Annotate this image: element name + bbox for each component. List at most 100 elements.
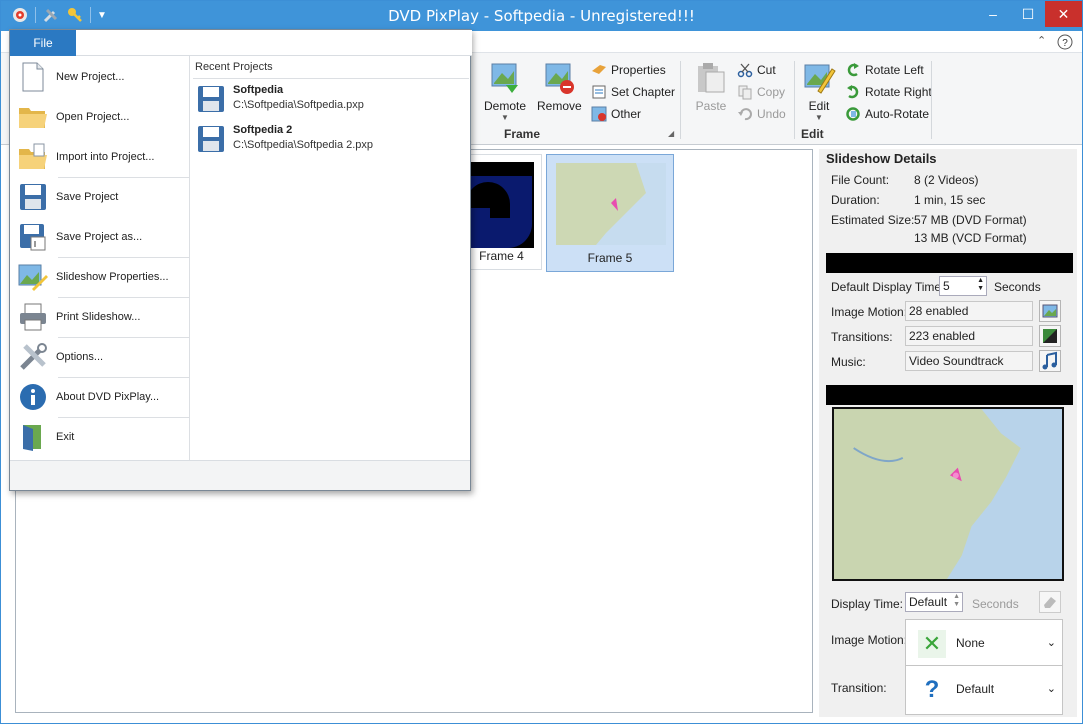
recent-project-item[interactable]: Softpedia 2 C:\Softpedia\Softpedia 2.pxp [197, 124, 373, 154]
print-slideshow-item[interactable]: Print Slideshow... [18, 298, 190, 336]
ribbon-separator [794, 61, 795, 139]
minimize-button[interactable]: – [976, 1, 1010, 27]
recent-projects-panel: Recent Projects Softpedia C:\Softpedia\So… [191, 56, 471, 460]
demote-button[interactable]: Demote ▼ [481, 61, 529, 122]
details-panel: Slideshow Details File Count: 8 (2 Video… [819, 149, 1077, 717]
rotate-right-icon [847, 85, 859, 99]
maximize-button[interactable]: ☐ [1011, 1, 1045, 27]
music-button[interactable] [1039, 350, 1061, 372]
image-icon [1042, 304, 1058, 318]
slideshow-properties-item[interactable]: Slideshow Properties... [18, 258, 190, 296]
duration-label: Duration: [831, 193, 880, 207]
auto-rotate-icon [846, 107, 860, 121]
file-tab[interactable]: File [10, 30, 76, 56]
spinner-arrows-icon[interactable]: ▲ ▼ [977, 277, 984, 293]
frame-group-launcher-icon[interactable]: ◢ [668, 129, 674, 138]
save-as-disk-icon [20, 224, 46, 251]
seconds-label: Seconds [994, 280, 1041, 294]
file-menu: File New Project... Open Project... Impo… [9, 29, 472, 491]
new-project-item[interactable]: New Project... [18, 58, 190, 96]
frame-5-map-image [556, 163, 666, 245]
close-button[interactable]: ✕ [1045, 1, 1082, 27]
copy-button[interactable]: Copy [737, 84, 785, 100]
display-time-label: Display Time: [831, 597, 904, 611]
cut-button[interactable]: Cut [737, 62, 776, 78]
open-folder-icon [19, 108, 47, 128]
duration-value: 1 min, 15 sec [914, 193, 986, 207]
project-file-icon [198, 86, 224, 112]
remove-icon [545, 63, 574, 94]
save-disk-icon [20, 184, 46, 210]
svg-text:?: ? [1062, 38, 1068, 49]
section-divider [826, 253, 1073, 273]
frame-display-time-spinner[interactable]: Default ▲ ▼ [905, 592, 963, 612]
transition-label: Transition: [831, 681, 887, 695]
ribbon-separator [680, 61, 681, 139]
edit-button[interactable]: Edit ▼ [801, 61, 837, 122]
save-project-item[interactable]: Save Project [18, 178, 190, 216]
frame-4-image [462, 162, 534, 248]
recent-project-item[interactable]: Softpedia C:\Softpedia\Softpedia.pxp [197, 84, 364, 114]
rotate-left-button[interactable]: Rotate Left [845, 62, 924, 78]
about-item[interactable]: About DVD PixPlay... [18, 378, 190, 416]
file-count-label: File Count: [831, 173, 890, 187]
frame-thumbnail[interactable]: Frame 4 [462, 154, 542, 270]
transition-icon [1043, 329, 1057, 343]
scissors-icon [737, 63, 753, 78]
image-motion-field: 28 enabled [905, 301, 1033, 321]
properties-button[interactable]: Properties [591, 62, 666, 78]
save-project-as-item[interactable]: Save Project as... [18, 218, 190, 256]
spinner-arrows-icon[interactable]: ▲ ▼ [953, 593, 960, 609]
window-title: DVD PixPlay - Softpedia - Unregistered!!… [388, 7, 695, 25]
import-project-item[interactable]: Import into Project... [18, 138, 190, 176]
image-motion-label: Image Motion: [831, 305, 908, 319]
set-chapter-button[interactable]: Set Chapter [591, 84, 675, 100]
edit-image-icon [804, 64, 836, 94]
frame-thumbnail-selected[interactable]: Frame 5 [546, 154, 674, 272]
frame-seconds-label: Seconds [972, 597, 1019, 611]
chevron-down-icon: ⌄ [1046, 637, 1056, 649]
eraser-icon [1044, 597, 1056, 608]
image-motion-button[interactable] [1039, 300, 1061, 322]
transition-dropdown[interactable]: ? Default ⌄ [905, 665, 1063, 715]
info-icon [20, 384, 46, 410]
undo-icon [738, 108, 752, 121]
undo-button[interactable]: Undo [737, 106, 786, 122]
chevron-down-icon: ⌄ [1046, 683, 1056, 695]
new-document-icon [22, 62, 44, 92]
options-tools-icon [20, 343, 47, 370]
file-count-value: 8 (2 Videos) [914, 173, 979, 187]
music-note-icon [1042, 351, 1057, 370]
default-display-time-label: Default Display Time: [831, 280, 945, 294]
collapse-ribbon-icon[interactable]: ⌃ [1037, 34, 1046, 47]
other-button[interactable]: Other [591, 106, 641, 122]
estimated-size-label: Estimated Size: [831, 213, 915, 227]
transitions-field: 223 enabled [905, 326, 1033, 346]
ribbon-separator [931, 61, 932, 139]
options-item[interactable]: Options... [18, 338, 190, 376]
exit-door-icon [23, 425, 41, 451]
remove-button[interactable]: Remove [537, 61, 582, 113]
transitions-button[interactable] [1039, 325, 1061, 347]
copy-icon [738, 85, 752, 100]
eraser-button[interactable] [1039, 591, 1061, 613]
recent-separator [193, 78, 469, 79]
other-icon [591, 106, 607, 122]
rotate-right-button[interactable]: Rotate Right [845, 84, 932, 100]
section-divider [826, 385, 1073, 405]
open-project-item[interactable]: Open Project... [18, 98, 190, 136]
printer-icon [20, 303, 46, 331]
display-time-spinner[interactable]: 5 ▲ ▼ [939, 276, 987, 296]
music-field: Video Soundtrack [905, 351, 1033, 371]
file-menu-commands: New Project... Open Project... Import in… [10, 56, 190, 460]
project-file-icon [198, 126, 224, 152]
image-motion-dropdown[interactable]: ✕ None ⌄ [905, 619, 1063, 669]
rotate-left-icon [847, 63, 859, 77]
auto-rotate-button[interactable]: Auto-Rotate [845, 106, 929, 122]
exit-item[interactable]: Exit [18, 418, 190, 456]
app-window: ▼ DVD PixPlay - Softpedia - Unregistered… [0, 0, 1083, 724]
import-folder-icon [19, 143, 47, 169]
paste-button[interactable]: Paste [691, 61, 731, 113]
question-mark-icon: ? [924, 676, 940, 703]
help-icon[interactable]: ? [1057, 34, 1073, 50]
